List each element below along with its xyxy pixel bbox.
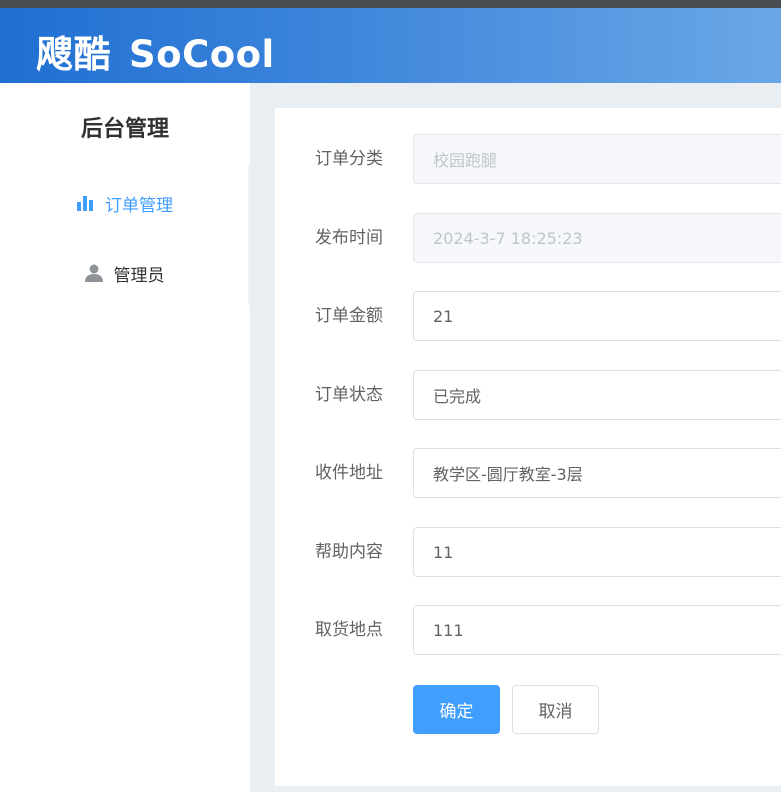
sidebar-item-admins[interactable]: 管理员	[0, 245, 248, 301]
help-content-label: 帮助内容	[315, 542, 383, 562]
pickup-location-label: 取货地点	[315, 620, 383, 640]
sidebar-item-orders[interactable]: 订单管理	[0, 175, 248, 231]
cancel-button[interactable]: 取消	[512, 685, 599, 734]
delivery-address-field[interactable]	[413, 448, 781, 498]
form-row-delivery-address: 收件地址	[275, 448, 781, 498]
order-edit-form: 订单分类 发布时间 订单金额 订单状态 收件地址 帮助内容 取货地点 确定 取消	[275, 108, 781, 786]
confirm-button[interactable]: 确定	[413, 685, 500, 734]
app-header: 飕酷 SoCool	[0, 8, 781, 83]
form-row-help-content: 帮助内容	[275, 527, 781, 577]
user-icon	[84, 263, 104, 283]
pickup-location-field[interactable]	[413, 605, 781, 655]
brand-logo: 飕酷 SoCool	[36, 24, 275, 78]
sidebar: 后台管理 订单管理 管理员	[0, 83, 250, 792]
publish-time-label: 发布时间	[315, 228, 383, 248]
sidebar-item-label: 订单管理	[105, 195, 173, 216]
form-row-publish-time: 发布时间	[275, 213, 781, 263]
form-row-amount: 订单金额	[275, 291, 781, 341]
brand-name-en: SoCool	[129, 33, 275, 76]
bar-chart-icon	[75, 193, 95, 213]
status-label: 订单状态	[315, 385, 383, 405]
form-row-pickup-location: 取货地点	[275, 605, 781, 655]
delivery-address-label: 收件地址	[315, 463, 383, 483]
amount-label: 订单金额	[315, 306, 383, 326]
help-content-field[interactable]	[413, 527, 781, 577]
form-row-status: 订单状态	[275, 370, 781, 420]
status-field[interactable]	[413, 370, 781, 420]
form-row-category: 订单分类	[275, 134, 781, 184]
amount-field[interactable]	[413, 291, 781, 341]
category-label: 订单分类	[315, 149, 383, 169]
sidebar-item-label: 管理员	[113, 265, 165, 286]
sidebar-title: 后台管理	[80, 117, 169, 142]
category-field	[413, 134, 781, 184]
brand-name-cn: 飕酷	[36, 33, 111, 76]
publish-time-field	[413, 213, 781, 263]
sidebar-divider	[248, 165, 250, 305]
window-top-strip	[0, 0, 781, 8]
